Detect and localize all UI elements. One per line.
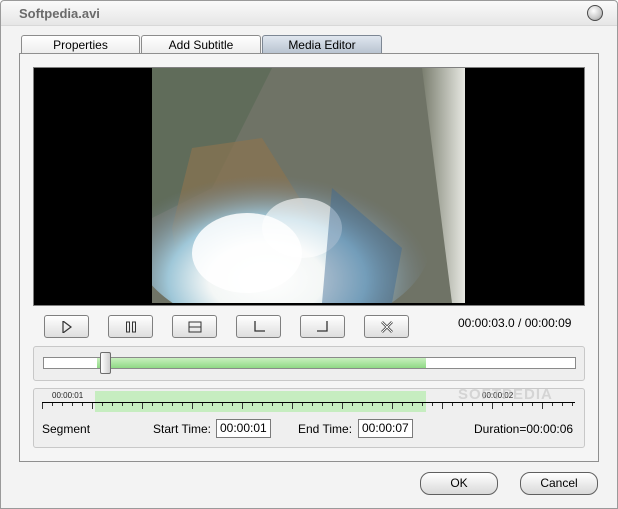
ruler-tick: [92, 403, 93, 409]
ruler-tick: [282, 403, 283, 406]
tab-properties[interactable]: Properties: [21, 35, 140, 54]
ruler-tick: [302, 403, 303, 406]
ruler-tick: [162, 403, 163, 406]
video-frame: [152, 68, 465, 303]
playhead-thumb[interactable]: [100, 352, 112, 374]
ruler-tick: [182, 403, 183, 406]
ruler-tick: [572, 403, 573, 406]
start-time-field[interactable]: [216, 419, 271, 438]
duration-readout: Duration=00:00:06: [474, 422, 574, 436]
play-button[interactable]: [44, 315, 89, 338]
ruler-tick: [272, 403, 273, 406]
ruler-tick: [502, 403, 503, 406]
mark-in-icon: [253, 320, 265, 332]
ruler-tick: [312, 403, 313, 406]
pause-button[interactable]: [108, 315, 153, 338]
watermark: SOFTPEDIA: [458, 386, 553, 403]
position-slider-box: [33, 346, 585, 381]
ruler-tick: [532, 403, 533, 406]
ruler-tick: [72, 403, 73, 406]
stop-button[interactable]: [172, 315, 217, 338]
end-time-label: End Time:: [298, 422, 353, 436]
ruler-tick: [562, 403, 563, 406]
ruler-tick: [142, 403, 143, 409]
ruler-tick: [512, 403, 513, 406]
delete-icon: [380, 320, 393, 333]
ruler-tick: [412, 403, 413, 406]
stop-icon: [188, 321, 201, 332]
ruler-label-start: 00:00:01: [52, 391, 84, 400]
ruler-tick: [62, 403, 63, 406]
ruler-tick: [102, 403, 103, 406]
window-title: Softpedia.avi: [19, 6, 100, 21]
ruler-tick: [322, 403, 323, 406]
play-icon: [61, 320, 72, 333]
ruler-tick: [232, 403, 233, 406]
title-bar: Softpedia.avi: [1, 1, 617, 26]
ruler-tick: [172, 403, 173, 406]
ruler-tick: [222, 403, 223, 406]
ruler-tick: [452, 403, 453, 406]
ruler-tick: [242, 403, 243, 409]
ruler-tick: [122, 403, 123, 406]
cancel-button[interactable]: Cancel: [520, 472, 598, 495]
ok-button[interactable]: OK: [420, 472, 498, 495]
ruler-tick: [372, 403, 373, 406]
mark-out-icon: [316, 320, 328, 332]
close-window-button[interactable]: [587, 5, 603, 21]
ruler-tick: [552, 403, 553, 406]
ruler-tick: [432, 403, 433, 406]
ruler-tick: [492, 403, 493, 409]
ruler-tick: [332, 403, 333, 406]
selected-range-fill: [97, 358, 427, 368]
ruler-tick: [382, 403, 383, 406]
ruler-tick: [482, 403, 483, 406]
ruler-tick: [472, 403, 473, 406]
mark-out-button[interactable]: [300, 315, 345, 338]
playback-timecode: 00:00:03.0 / 00:00:09: [458, 316, 572, 330]
ruler-tick: [202, 403, 203, 406]
tab-media-editor[interactable]: Media Editor: [262, 35, 382, 54]
ruler-tick: [52, 403, 53, 406]
ruler-tick: [442, 403, 443, 409]
ruler-tick: [352, 403, 353, 406]
ruler-tick: [192, 403, 193, 409]
delete-segment-button[interactable]: [364, 315, 409, 338]
ruler-tick: [252, 403, 253, 406]
tab-add-subtitle[interactable]: Add Subtitle: [141, 35, 261, 54]
ruler-tick: [132, 403, 133, 406]
end-time-field[interactable]: [358, 419, 413, 438]
video-frame-image: [152, 68, 465, 303]
ruler-tick: [82, 403, 83, 406]
position-track[interactable]: [43, 352, 576, 374]
ruler-tick: [342, 403, 343, 409]
ruler-tick: [152, 403, 153, 406]
ruler-tick: [112, 403, 113, 406]
ruler-tick: [42, 403, 43, 409]
ruler-tick: [542, 403, 543, 409]
pause-icon: [125, 321, 136, 332]
start-time-label: Start Time:: [153, 422, 212, 436]
ruler-tick: [212, 403, 213, 406]
ruler-tick: [402, 403, 403, 406]
mark-in-button[interactable]: [236, 315, 281, 338]
ruler-tick: [262, 403, 263, 406]
ruler-tick: [462, 403, 463, 406]
ruler-tick: [392, 403, 393, 409]
ruler-tick: [522, 403, 523, 406]
ruler-tick: [422, 403, 423, 406]
ruler-tick: [362, 403, 363, 406]
ruler-tick: [292, 403, 293, 409]
segment-label: Segment: [42, 422, 91, 436]
